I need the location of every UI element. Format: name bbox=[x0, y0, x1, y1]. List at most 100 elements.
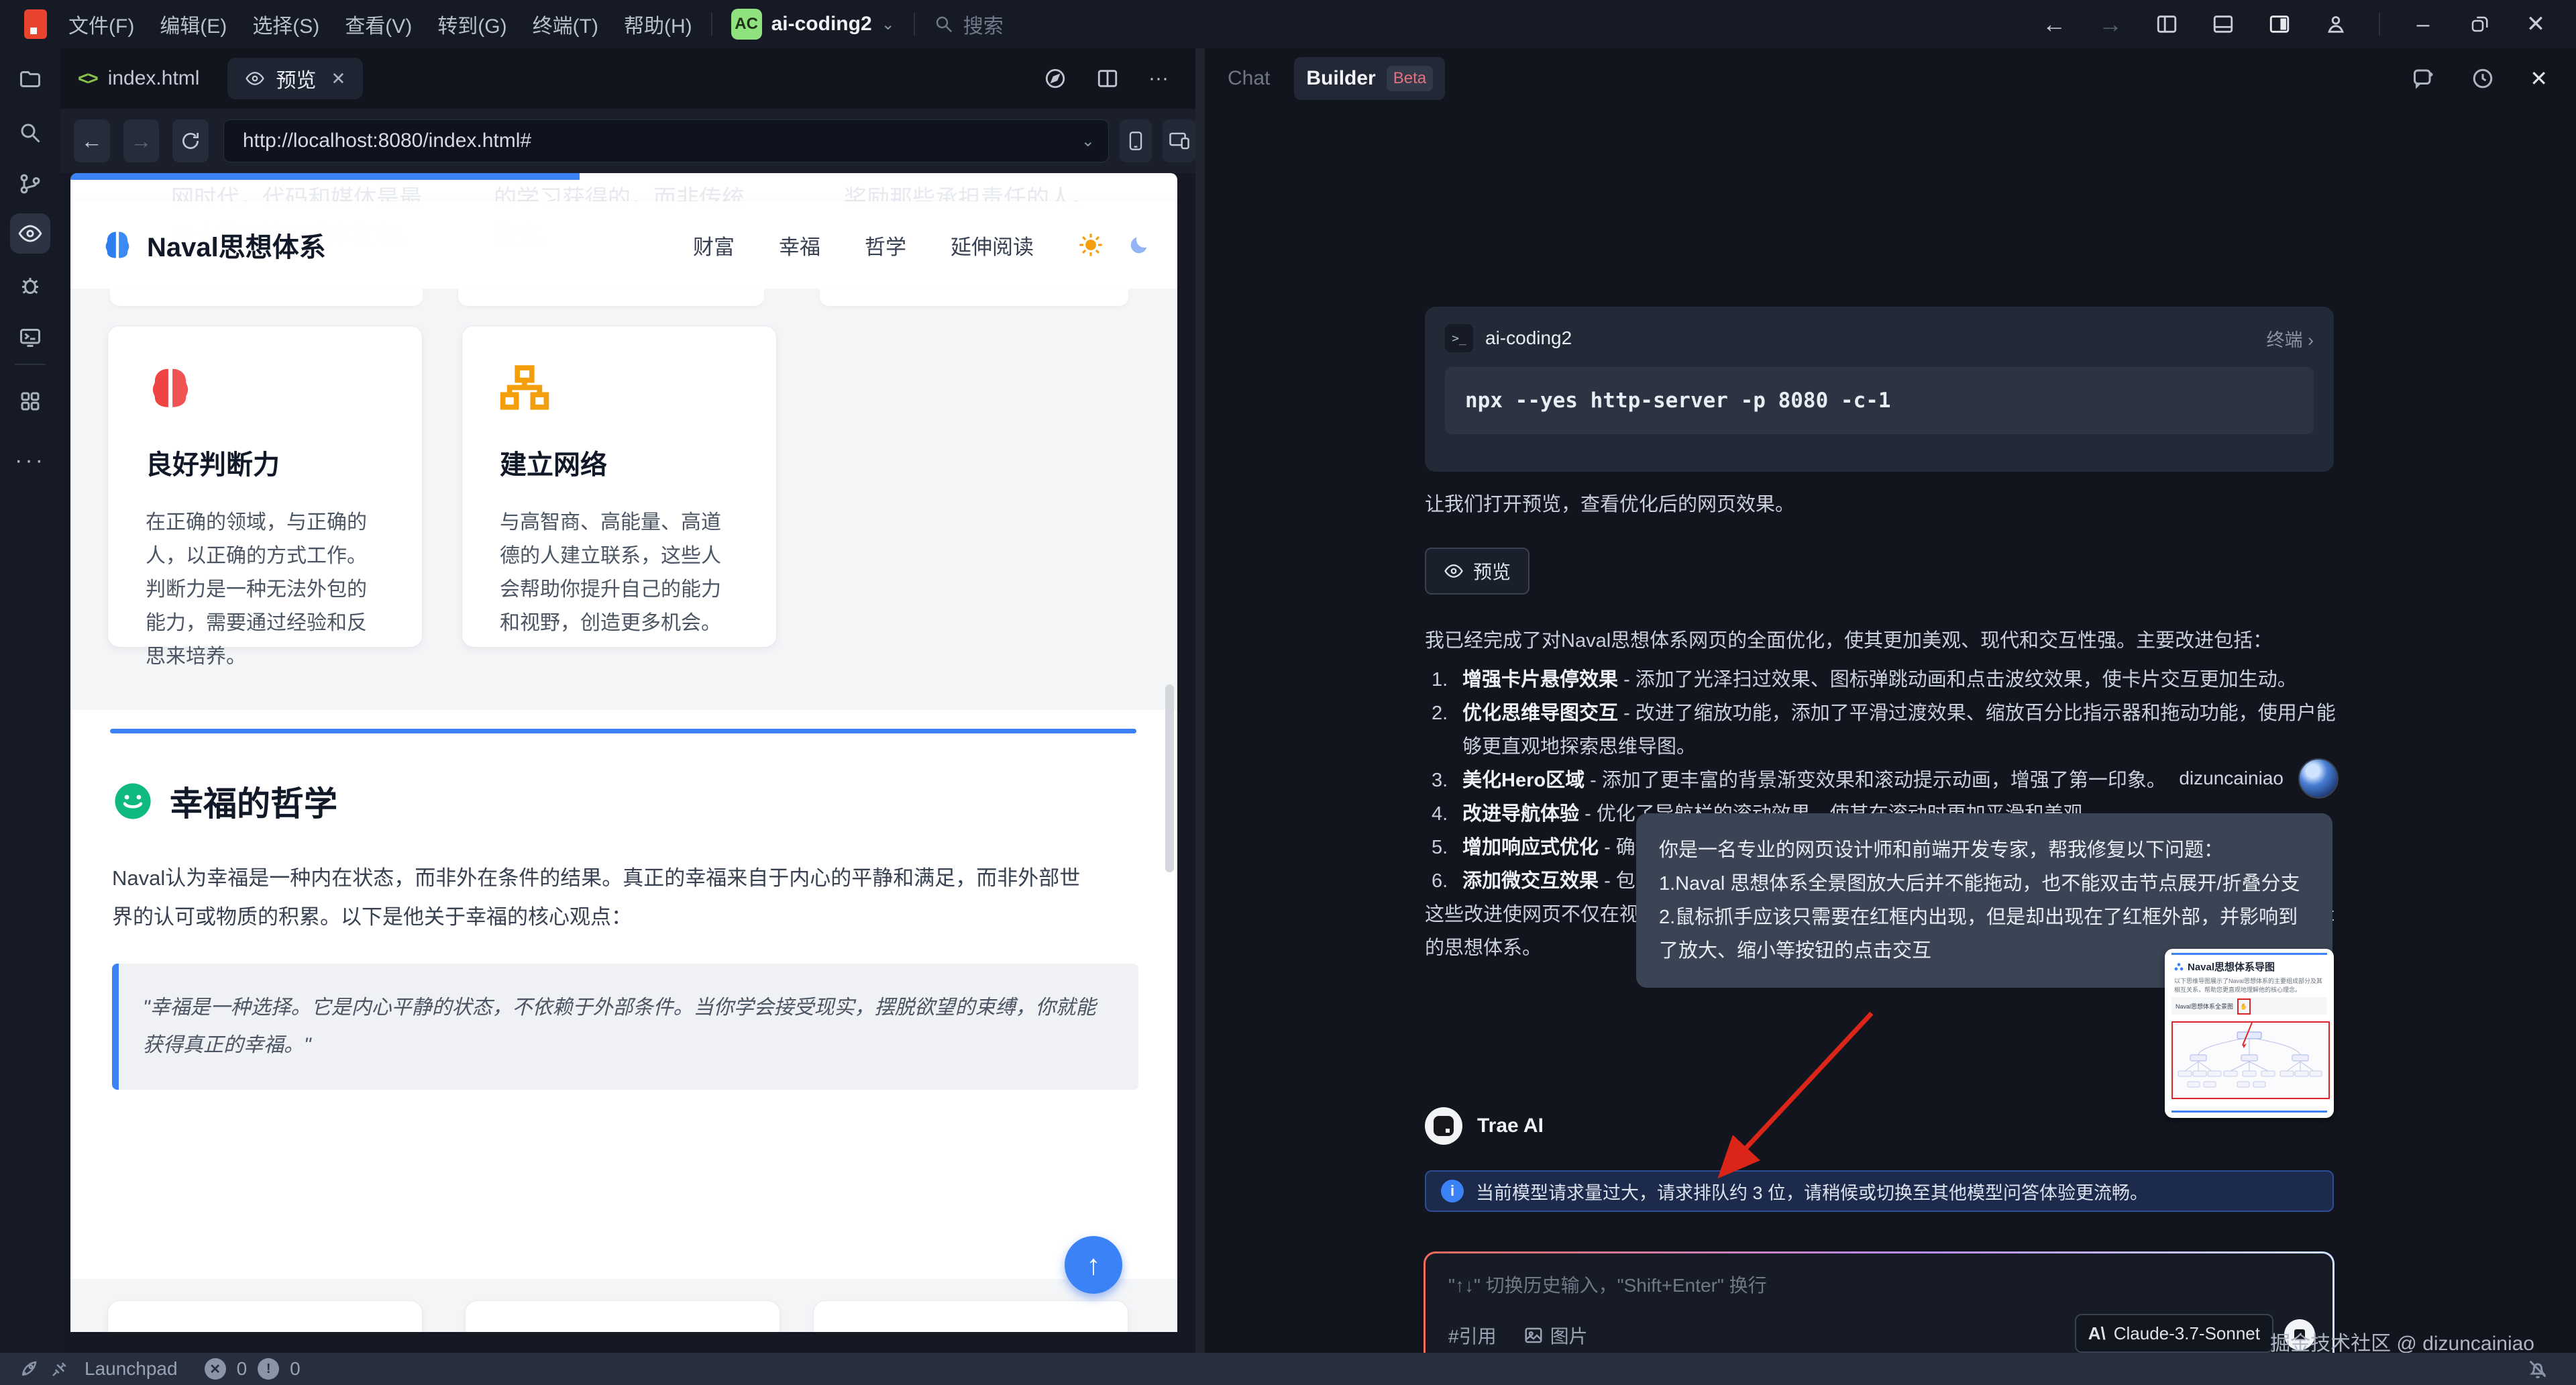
section-title: 幸福的哲学 bbox=[170, 777, 337, 825]
menu-help[interactable]: 帮助(H) bbox=[624, 9, 692, 39]
browser-forward-button[interactable]: → bbox=[123, 119, 160, 162]
builder-label: Builder bbox=[1306, 67, 1375, 90]
assistant-name: Trae AI bbox=[1477, 1115, 1544, 1137]
browser-back-button[interactable]: ← bbox=[74, 119, 110, 162]
open-in-browser-icon[interactable] bbox=[1044, 67, 1067, 90]
mobile-view-icon[interactable] bbox=[1120, 119, 1152, 162]
avatar[interactable] bbox=[2298, 758, 2339, 799]
tab-label: index.html bbox=[108, 67, 200, 90]
assistant-message: 让我们打开预览，查看优化后的网页效果。 bbox=[1425, 488, 2337, 521]
model-selector[interactable]: A\ Claude-3.7-Sonnet bbox=[2075, 1314, 2273, 1353]
browser-refresh-button[interactable] bbox=[172, 119, 209, 162]
search-icon[interactable] bbox=[10, 113, 50, 153]
tab-preview[interactable]: 预览 ✕ bbox=[227, 58, 363, 99]
explorer-icon[interactable] bbox=[10, 59, 50, 99]
search-icon bbox=[934, 14, 954, 34]
errors-count[interactable]: 0 bbox=[237, 1358, 248, 1380]
debug-icon[interactable] bbox=[10, 266, 50, 306]
card-acceptance: 接受现实 接受你无法改变的事物，专注于你能够控制的事 bbox=[465, 1300, 780, 1332]
back-to-top-button[interactable]: ↑ bbox=[1065, 1236, 1122, 1294]
hand-cursor-red-box: ✋ bbox=[2237, 998, 2251, 1015]
global-search[interactable]: 搜索 bbox=[934, 9, 1004, 39]
model-queue-notice: i 当前模型请求量过大，请求排队约 3 位，请稍候或切换至其他模型问答体验更流畅… bbox=[1425, 1170, 2334, 1212]
ai-chat-panel: Chat Builder Beta ✕ >_ ai-coding2 终端 › n… bbox=[1205, 48, 2576, 1353]
card-bottom-stub bbox=[458, 289, 764, 306]
history-forward-button[interactable]: → bbox=[2097, 11, 2124, 38]
responsive-device-icon[interactable] bbox=[1163, 119, 1195, 162]
tab-chat[interactable]: Chat bbox=[1228, 67, 1270, 90]
menu-view[interactable]: 查看(V) bbox=[345, 9, 412, 39]
card-body: 在正确的领域，与正确的人，以正确的方式工作。判断力是一种无法外包的能力，需要通过… bbox=[146, 506, 384, 674]
url-history-chevron-icon[interactable]: ⌄ bbox=[1081, 132, 1095, 151]
divider bbox=[2379, 13, 2380, 36]
editor-more-icon[interactable]: ··· bbox=[1148, 67, 1169, 90]
sun-icon[interactable] bbox=[1078, 232, 1104, 258]
watermark-text: 掘金技术社区 @ dizuncainiao bbox=[2270, 1327, 2534, 1356]
notifications-muted-icon[interactable] bbox=[2526, 1357, 2549, 1380]
card-bottom-stub bbox=[820, 289, 1128, 306]
warnings-count[interactable]: 0 bbox=[290, 1358, 301, 1380]
workspace-name: ai-coding2 bbox=[771, 13, 872, 36]
open-preview-button[interactable]: 预览 bbox=[1425, 548, 1529, 595]
menu-go[interactable]: 转到(G) bbox=[437, 9, 506, 39]
chat-input[interactable]: "↑↓" 切换历史输入，"Shift+Enter" 换行 #引用 图片 A\ C… bbox=[1426, 1253, 2332, 1365]
menu-edit[interactable]: 编辑(E) bbox=[160, 9, 227, 39]
card-desire: 摆脱欲望 欲望是痛苦的根源，学会识别和放下不必要的欲 bbox=[813, 1300, 1128, 1332]
preview-browser-bar: ← → http://localhost:8080/index.html# ⌄ bbox=[60, 109, 1195, 173]
attachment-thumbnail[interactable]: Naval思想体系导图 以下思维导图展示了Naval思想体系的主要组成部分及其相… bbox=[2165, 949, 2334, 1118]
history-back-button[interactable]: ← bbox=[2041, 11, 2068, 38]
restore-button[interactable] bbox=[2466, 11, 2493, 38]
new-chat-icon[interactable] bbox=[2412, 66, 2436, 91]
nav-reading[interactable]: 延伸阅读 bbox=[951, 230, 1034, 260]
source-control-icon[interactable] bbox=[10, 164, 50, 204]
close-tab-icon[interactable]: ✕ bbox=[331, 68, 345, 89]
terminal-icon[interactable] bbox=[10, 317, 50, 357]
workspace-switcher[interactable]: AC ai-coding2 ⌄ bbox=[731, 9, 895, 40]
menu-terminal[interactable]: 终端(T) bbox=[533, 9, 598, 39]
page-header: Naval思想体系 财富 幸福 哲学 延伸阅读 bbox=[70, 201, 1177, 289]
beta-badge: Beta bbox=[1387, 66, 1433, 91]
assistant-header: Trae AI bbox=[1425, 1107, 1544, 1145]
toggle-bottom-panel-icon[interactable] bbox=[2210, 11, 2237, 38]
panel-splitter[interactable] bbox=[1195, 48, 1205, 1353]
tab-builder[interactable]: Builder Beta bbox=[1294, 57, 1445, 100]
mindmap-icon bbox=[2174, 962, 2184, 972]
preview-button-label: 预览 bbox=[1473, 558, 1511, 584]
url-input[interactable]: http://localhost:8080/index.html# ⌄ bbox=[223, 119, 1109, 162]
tab-index-html[interactable]: <> index.html bbox=[60, 58, 217, 99]
close-panel-icon[interactable]: ✕ bbox=[2530, 66, 2548, 91]
preview-eye-icon bbox=[245, 68, 265, 89]
terminal-command[interactable]: npx --yes http-server -p 8080 -c-1 bbox=[1445, 367, 2314, 434]
page-scrollbar-thumb[interactable] bbox=[1165, 684, 1174, 872]
nav-wealth[interactable]: 财富 bbox=[693, 230, 735, 260]
user-message-line: 你是一名专业的网页设计师和前端开发专家，帮我修复以下问题： bbox=[1659, 833, 2310, 867]
input-placeholder: "↑↓" 切换历史输入，"Shift+Enter" 换行 bbox=[1448, 1271, 1767, 1298]
close-window-button[interactable]: ✕ bbox=[2522, 11, 2549, 38]
site-brand[interactable]: Naval思想体系 bbox=[100, 225, 326, 264]
split-editor-icon[interactable] bbox=[1096, 67, 1119, 90]
chat-input-border: "↑↓" 切换历史输入，"Shift+Enter" 换行 #引用 图片 A\ C… bbox=[1424, 1251, 2334, 1367]
extensions-icon[interactable] bbox=[10, 381, 50, 421]
user-message-header: dizuncainiao bbox=[1205, 758, 2339, 799]
preview-panel-icon[interactable] bbox=[10, 213, 50, 254]
history-icon[interactable] bbox=[2471, 66, 2495, 91]
menu-selection[interactable]: 选择(S) bbox=[252, 9, 319, 39]
model-name: Claude-3.7-Sonnet bbox=[2114, 1323, 2260, 1344]
toggle-left-sidebar-icon[interactable] bbox=[2153, 11, 2180, 38]
launchpad-button[interactable]: Launchpad bbox=[85, 1358, 178, 1380]
user-message-line: 1.Naval 思想体系全景图放大后并不能拖动，也不能双击节点展开/折叠分支 bbox=[1659, 867, 2310, 901]
nav-philosophy[interactable]: 哲学 bbox=[865, 230, 906, 260]
reference-button[interactable]: #引用 bbox=[1448, 1322, 1497, 1349]
open-terminal-link[interactable]: 终端 › bbox=[2266, 325, 2314, 352]
more-actions-icon[interactable]: ··· bbox=[10, 440, 50, 480]
image-button[interactable]: 图片 bbox=[1523, 1322, 1588, 1349]
menu-file[interactable]: 文件(F) bbox=[68, 9, 134, 39]
happiness-heading: 幸福的哲学 bbox=[113, 777, 337, 825]
moon-icon[interactable] bbox=[1128, 234, 1150, 256]
account-icon[interactable] bbox=[2322, 11, 2349, 38]
toggle-right-sidebar-icon[interactable] bbox=[2266, 11, 2293, 38]
preview-eye-icon bbox=[1444, 561, 1464, 581]
divider bbox=[2171, 953, 2327, 955]
nav-happiness[interactable]: 幸福 bbox=[779, 230, 820, 260]
minimize-button[interactable]: – bbox=[2410, 11, 2436, 38]
